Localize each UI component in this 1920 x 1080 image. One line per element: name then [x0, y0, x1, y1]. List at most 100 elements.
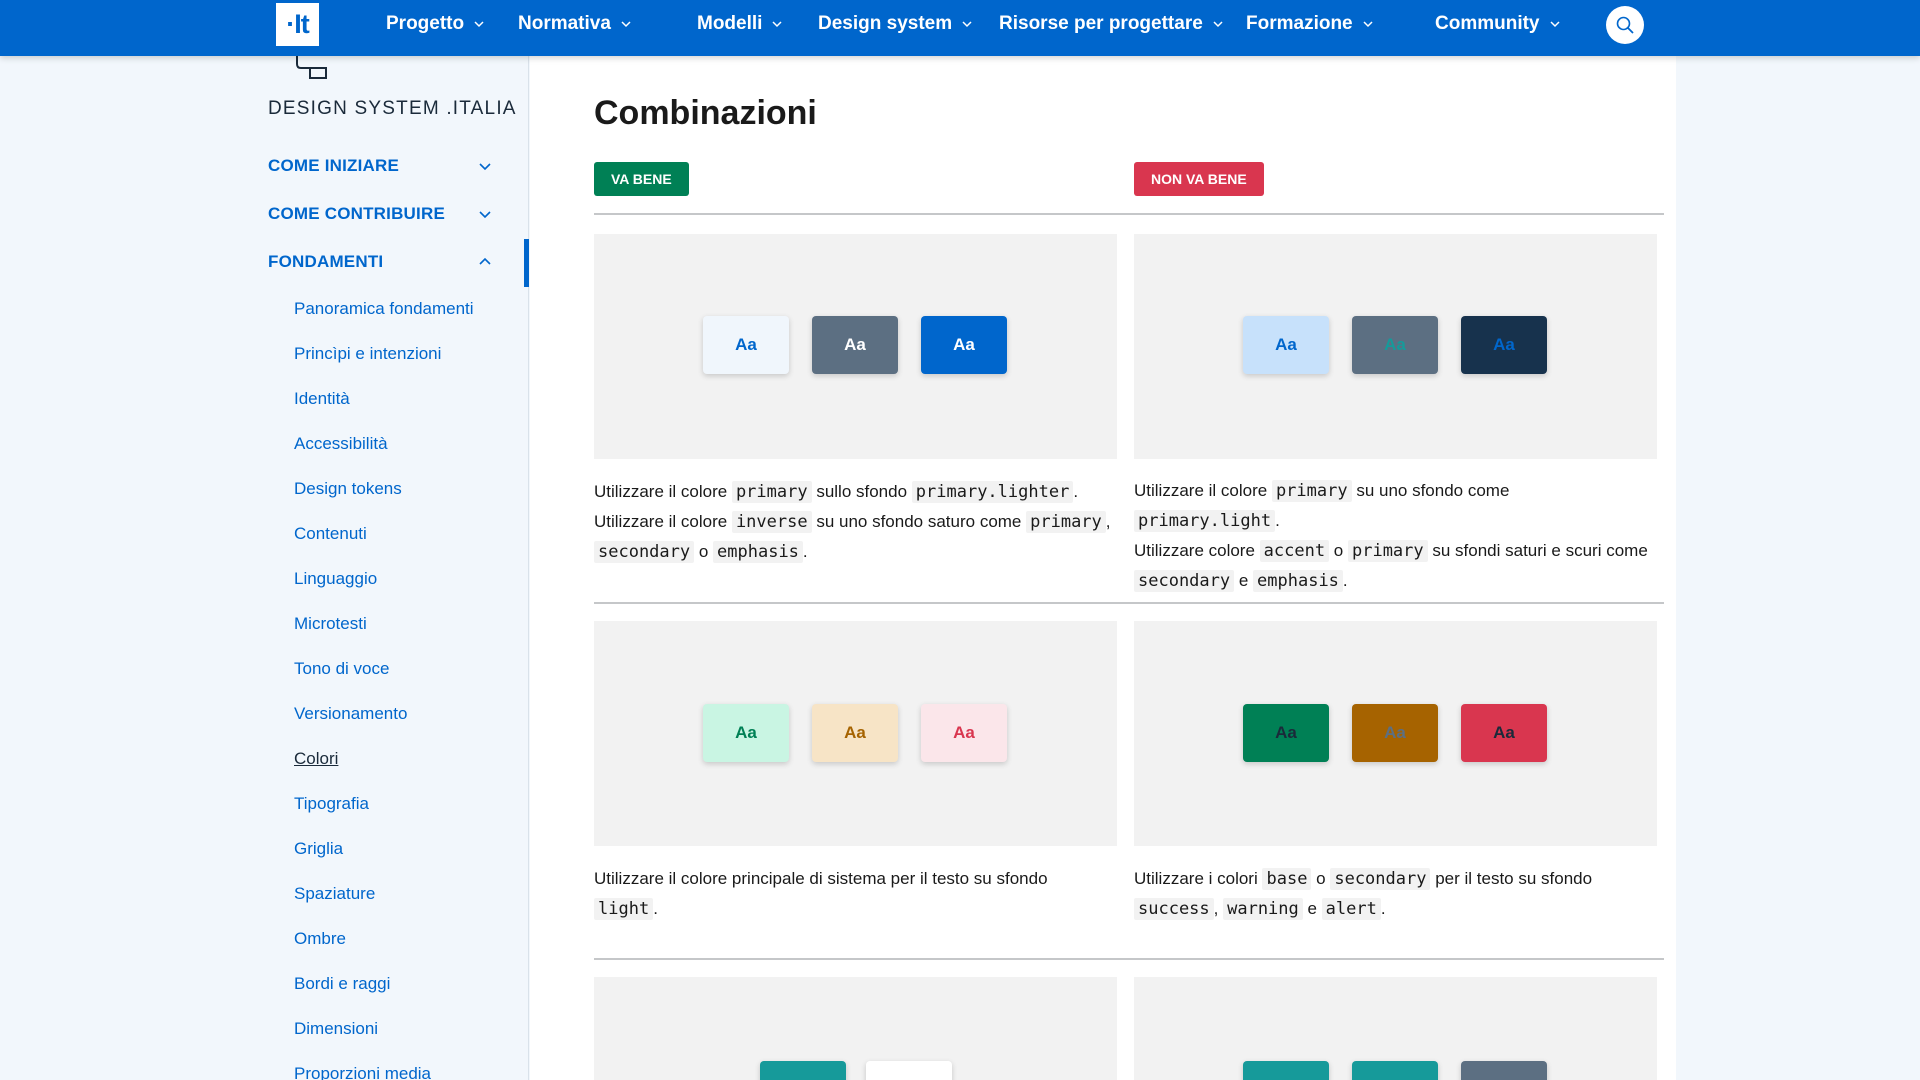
description-ok-1: Utilizzare il colore primary sullo sfond… [594, 477, 1114, 567]
nav-label: Risorse per progettare [999, 13, 1203, 34]
sidebar-item-griglia[interactable]: Griglia [294, 839, 343, 859]
nav-label: Formazione [1246, 13, 1353, 34]
sidebar-item-dimensioni[interactable]: Dimensioni [294, 1019, 378, 1039]
search-button[interactable] [1606, 6, 1644, 44]
desc-code: primary.lighter [911, 481, 1074, 503]
section-label: COME INIZIARE [268, 156, 400, 175]
description-ko-2: Utilizzare i colori base o secondary per… [1134, 864, 1654, 924]
divider [594, 213, 1664, 215]
description-ko-1: Utilizzare il colore primary su uno sfon… [1134, 476, 1654, 596]
chevron-down-icon [772, 21, 782, 28]
sidebar-item-tono-di-voce[interactable]: Tono di voce [294, 659, 389, 679]
sidebar-item-proporzioni-media[interactable]: Proporzioni media [294, 1064, 431, 1080]
nav-label: Progetto [386, 13, 465, 34]
desc-code: warning [1223, 898, 1303, 920]
swatch [1243, 1061, 1329, 1080]
example-panel-ok-2: Aa Aa Aa [594, 621, 1117, 846]
desc-text: o [694, 542, 714, 561]
sidebar-item-spaziature[interactable]: Spaziature [294, 884, 375, 904]
sidebar-item-bordi-raggi[interactable]: Bordi e raggi [294, 974, 390, 994]
sidebar-item-accessibilita[interactable]: Accessibilità [294, 434, 388, 454]
desc-text: . [1275, 511, 1280, 530]
sidebar-item-contenuti[interactable]: Contenuti [294, 524, 367, 544]
divider [594, 602, 1664, 604]
sidebar-item-principi[interactable]: Princìpi e intenzioni [294, 344, 441, 364]
desc-code: success [1134, 898, 1214, 920]
sidebar-item-versionamento[interactable]: Versionamento [294, 704, 407, 724]
search-icon [1616, 16, 1634, 34]
nav-progetto[interactable]: Progetto [386, 0, 485, 48]
active-section-indicator [524, 239, 529, 287]
nav-modelli[interactable]: Modelli [697, 0, 783, 48]
sidebar-item-ombre[interactable]: Ombre [294, 929, 346, 949]
section-come-contribuire[interactable]: COME CONTRIBUIRE [268, 204, 492, 224]
sidebar-item-microtesti[interactable]: Microtesti [294, 614, 367, 634]
swatch: Aa [1243, 316, 1329, 374]
chevron-down-icon [479, 211, 491, 219]
ko-badge: NON VA BENE [1134, 162, 1264, 196]
desc-text: . [802, 542, 808, 561]
chevron-down-icon [621, 21, 631, 28]
desc-text: . [1342, 571, 1348, 590]
swatch: Aa [703, 316, 789, 374]
swatch [1461, 1061, 1547, 1080]
chevron-up-icon [479, 257, 491, 265]
nav-community[interactable]: Community [1435, 0, 1561, 48]
nav-design-system[interactable]: Design system [818, 0, 973, 48]
desc-text: o [1311, 869, 1331, 888]
chevron-down-icon [1213, 21, 1223, 28]
sidebar: DESIGN SYSTEM .ITALIA COME INIZIARE COME… [0, 56, 529, 1080]
desc-text: Utilizzare colore [1134, 541, 1260, 560]
sidebar-item-identita[interactable]: Identità [294, 389, 350, 409]
swatch: Aa [1461, 704, 1547, 762]
section-fondamenti[interactable]: FONDAMENTI [268, 252, 492, 272]
desc-code: inverse [731, 511, 812, 533]
site-logo[interactable]: ·It [276, 3, 319, 46]
desc-text: Utilizzare il colore [1134, 481, 1272, 500]
sidebar-item-tipografia[interactable]: Tipografia [294, 794, 369, 814]
chevron-down-icon [962, 21, 972, 28]
sidebar-item-colori[interactable]: Colori [294, 749, 338, 769]
swatch: Aa [1461, 316, 1547, 374]
nav-label: Design system [818, 13, 953, 34]
swatch [760, 1061, 846, 1080]
chevron-down-icon [1363, 21, 1373, 28]
sidebar-item-panoramica[interactable]: Panoramica fondamenti [294, 299, 474, 319]
desc-text: su uno sfondo come [1351, 481, 1510, 500]
example-panel-ko-2: Aa Aa Aa [1134, 621, 1657, 846]
swatch: Aa [703, 704, 789, 762]
sidebar-item-linguaggio[interactable]: Linguaggio [294, 569, 377, 589]
nav-formazione[interactable]: Formazione [1246, 0, 1374, 48]
nav-risorse[interactable]: Risorse per progettare [999, 0, 1224, 48]
desc-text: , [1105, 512, 1111, 531]
brand-title: DESIGN SYSTEM .ITALIA [268, 98, 517, 119]
desc-text: . [653, 899, 658, 918]
nav-label: Normativa [518, 13, 611, 34]
desc-text: . [1380, 899, 1386, 918]
section-come-iniziare[interactable]: COME INIZIARE [268, 156, 492, 176]
example-panel-ko-3 [1134, 977, 1657, 1080]
desc-text: e [1234, 571, 1254, 590]
desc-code: primary [1347, 540, 1428, 562]
swatch: Aa [1352, 316, 1438, 374]
divider [594, 958, 1664, 960]
swatch [1352, 1061, 1438, 1080]
swatch: Aa [1243, 704, 1329, 762]
desc-code: emphasis [713, 541, 803, 563]
desc-code: primary.light [1134, 510, 1276, 532]
nav-label: Community [1435, 13, 1540, 34]
desc-text: . [1073, 482, 1079, 501]
nav-normativa[interactable]: Normativa [518, 0, 632, 48]
desc-text: Utilizzare il colore [594, 482, 732, 501]
desc-text: e [1302, 899, 1322, 918]
top-navbar: ·It Progetto Normativa Modelli Design sy… [0, 0, 1920, 56]
chevron-down-icon [479, 163, 491, 171]
sidebar-item-design-tokens[interactable]: Design tokens [294, 479, 402, 499]
desc-text: su uno sfondo saturo come [811, 512, 1027, 531]
desc-text: o [1329, 541, 1348, 560]
desc-text: , [1213, 899, 1224, 918]
page-title: Combinazioni [594, 94, 817, 132]
example-panel-ok-3 [594, 977, 1117, 1080]
desc-code: primary [731, 481, 812, 503]
swatch: Aa [921, 316, 1007, 374]
